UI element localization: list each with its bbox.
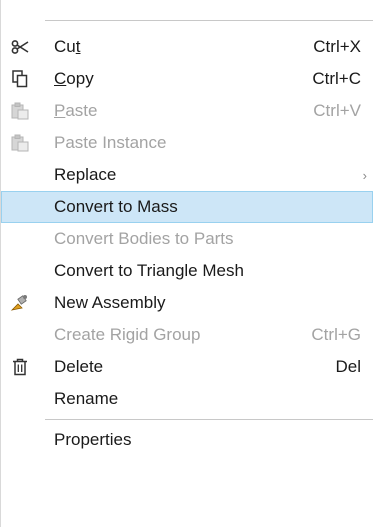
menu-item-label: New Assembly [54,293,166,312]
menu-item-label: Convert Bodies to Parts [54,229,234,248]
menu-item-convert-bodies-to-parts[interactable]: Convert Bodies to Parts [1,223,373,255]
menu-item-label: Replace [54,165,117,184]
menu-item-label: Paste Instance [54,133,167,152]
menu-item-label: Paste [54,101,98,120]
shortcut-label: Ctrl+X [313,37,361,56]
menu-item-replace[interactable]: Replace › [1,159,373,191]
clipboard-icon [9,100,31,122]
menu-items: Cut Ctrl+X Copy Ctrl+C Paste Ctrl+V Past… [1,31,373,456]
assembly-icon [9,292,31,314]
menu-item-label: Rename [54,389,119,408]
menu-item-label: Copy [54,69,94,88]
menu-item-properties[interactable]: Properties [1,424,373,456]
menu-separator [45,20,373,21]
scissors-icon [9,36,31,58]
context-menu: Cut Ctrl+X Copy Ctrl+C Paste Ctrl+V Past… [0,0,373,527]
menu-item-convert-to-mass[interactable]: Convert to Mass [1,191,373,223]
menu-item-copy[interactable]: Copy Ctrl+C [1,63,373,95]
menu-item-label: Convert to Triangle Mesh [54,261,244,280]
menu-item-label: Create Rigid Group [54,325,201,344]
menu-item-paste-instance[interactable]: Paste Instance [1,127,373,159]
menu-item-delete[interactable]: Delete Del [1,351,373,383]
menu-item-label: Cut [54,37,81,56]
menu-item-convert-to-triangle-mesh[interactable]: Convert to Triangle Mesh [1,255,373,287]
menu-item-rename[interactable]: Rename [1,383,373,415]
menu-separator [1,415,373,424]
menu-item-label: Properties [54,430,132,449]
shortcut-label: Ctrl+V [313,101,361,120]
menu-item-label: Convert to Mass [54,197,178,216]
clipboard-icon [9,132,31,154]
trash-icon [9,356,31,378]
shortcut-label: Ctrl+G [311,325,361,344]
menu-item-new-assembly[interactable]: New Assembly [1,287,373,319]
chevron-right-icon: › [362,167,367,183]
shortcut-label: Del [335,357,361,376]
menu-item-label: Delete [54,357,104,376]
menu-item-cut[interactable]: Cut Ctrl+X [1,31,373,63]
copy-icon [9,68,31,90]
menu-item-create-rigid-group[interactable]: Create Rigid Group Ctrl+G [1,319,373,351]
shortcut-label: Ctrl+C [312,69,361,88]
menu-item-paste[interactable]: Paste Ctrl+V [1,95,373,127]
